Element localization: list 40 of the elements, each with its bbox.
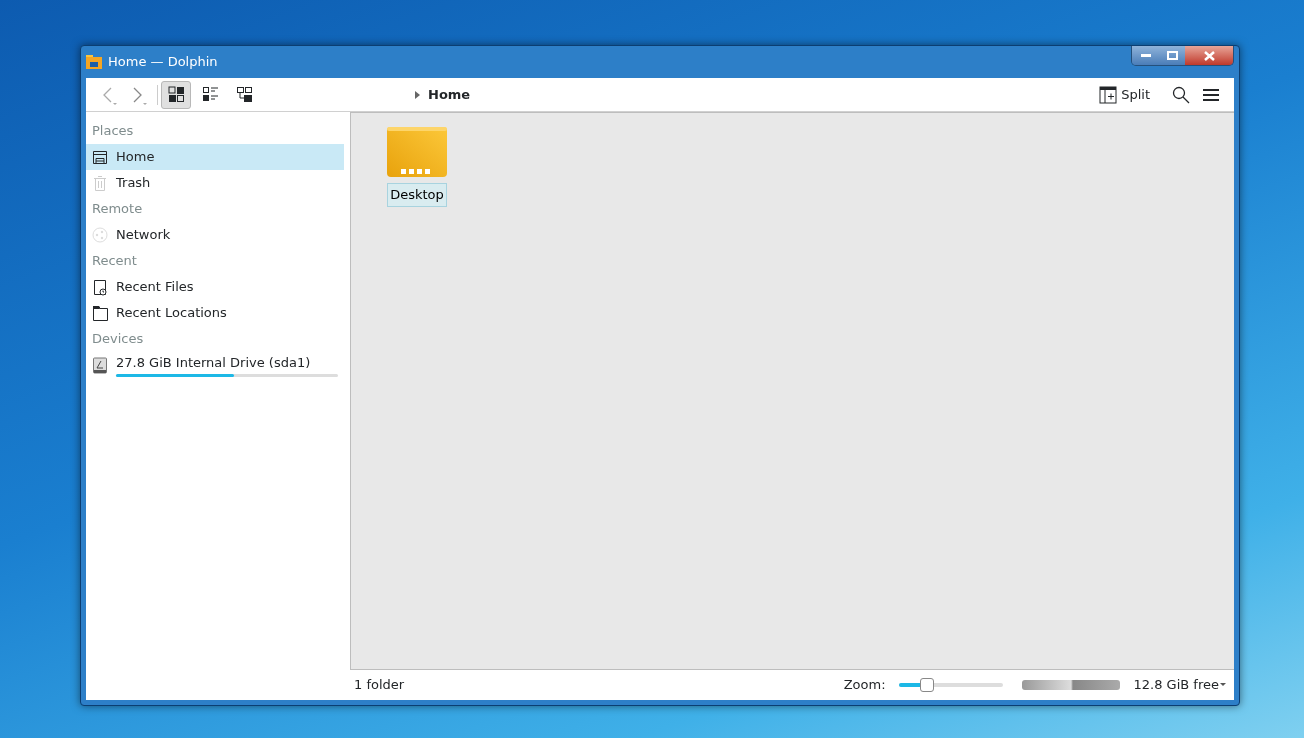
caret-icon bbox=[415, 90, 420, 99]
window-title: Home — Dolphin bbox=[108, 53, 218, 72]
folder-item[interactable]: Desktop bbox=[389, 127, 445, 207]
section-heading: Places bbox=[91, 121, 135, 140]
close-icon bbox=[1203, 50, 1215, 61]
home-icon bbox=[92, 148, 108, 166]
breadcrumb-link[interactable]: Home bbox=[428, 84, 471, 105]
icons-view-icon bbox=[167, 86, 185, 103]
folder-icon bbox=[92, 304, 108, 322]
menu-icon bbox=[1203, 87, 1219, 102]
icons-view-button[interactable] bbox=[161, 80, 191, 109]
trash-icon bbox=[92, 174, 108, 192]
minimize-icon bbox=[1140, 53, 1151, 58]
maximize-button[interactable] bbox=[1159, 46, 1185, 65]
folder-icon bbox=[86, 55, 102, 69]
sidebar-item[interactable]: Recent Locations bbox=[86, 300, 344, 326]
section-heading: Recent bbox=[91, 251, 138, 270]
tree-view-icon bbox=[235, 86, 253, 103]
sidebar-item[interactable]: 27.8 GiB Internal Drive (sda1) bbox=[86, 352, 344, 378]
sidebar-item[interactable]: Trash bbox=[86, 170, 344, 196]
folder-icon bbox=[387, 127, 447, 177]
zoom-label: Zoom: bbox=[843, 676, 886, 695]
sidebar-item[interactable]: Home bbox=[86, 144, 344, 170]
section-heading: Remote bbox=[91, 199, 144, 218]
status-text: 1 folder bbox=[354, 676, 405, 695]
maximize-icon bbox=[1166, 51, 1178, 60]
section-heading: Devices bbox=[91, 329, 145, 348]
sidebar-item[interactable]: Recent Files bbox=[86, 274, 344, 300]
drive-icon bbox=[92, 356, 108, 374]
network-icon bbox=[92, 226, 108, 244]
file-clock-icon bbox=[92, 278, 108, 296]
free-space-dropdown[interactable]: 12.8 GiB free bbox=[1133, 675, 1226, 695]
minimize-button[interactable] bbox=[1132, 46, 1159, 65]
split-button[interactable]: Split bbox=[1099, 84, 1150, 105]
caret-icon bbox=[1220, 683, 1226, 687]
split-icon bbox=[1099, 85, 1118, 104]
sidebar-item[interactable]: Network bbox=[86, 222, 344, 248]
close-button[interactable] bbox=[1185, 46, 1233, 65]
details-view-icon bbox=[201, 86, 219, 103]
search-icon bbox=[1172, 85, 1190, 104]
